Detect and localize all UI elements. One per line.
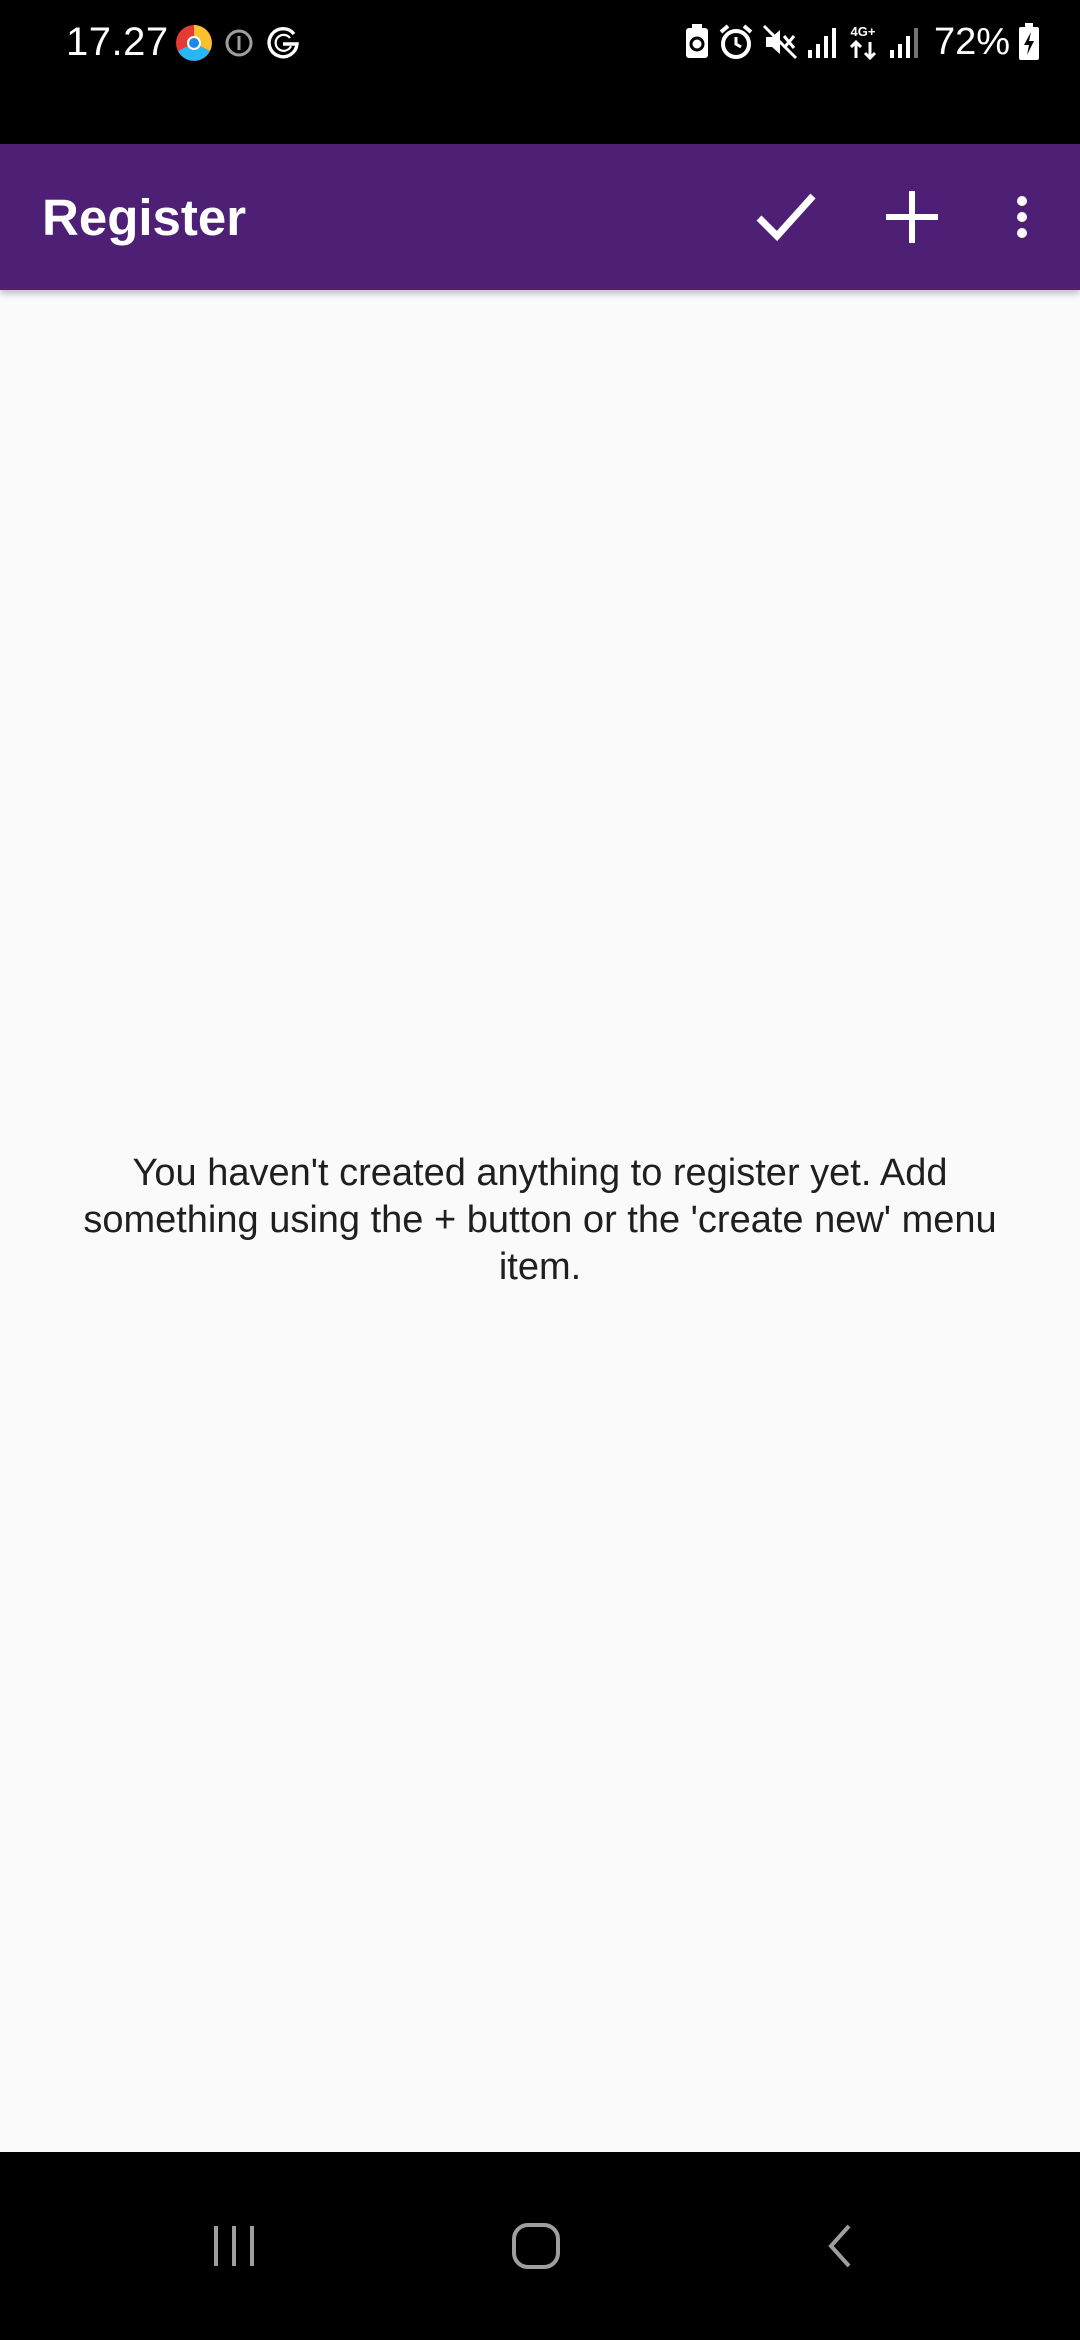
alarm-icon xyxy=(718,24,754,60)
info-circle-icon xyxy=(224,28,254,58)
empty-state-message: You haven't created anything to register… xyxy=(83,1152,997,1288)
navigation-bar xyxy=(0,2152,1080,2340)
more-options-button[interactable] xyxy=(972,167,1072,267)
battery-percent: 72% xyxy=(933,21,1010,63)
status-left-icons xyxy=(174,20,302,66)
app-bar: Register xyxy=(0,144,1080,290)
signal-icon xyxy=(888,24,920,60)
status-right-icons: 4G+ 72% xyxy=(684,18,1040,66)
more-vert-icon xyxy=(1014,195,1030,239)
back-icon xyxy=(823,2222,857,2270)
home-icon xyxy=(511,2222,561,2270)
home-button[interactable] xyxy=(466,2196,606,2296)
battery-saver-icon xyxy=(684,24,710,60)
status-bar: 17.27 4G+ 72% xyxy=(0,0,1080,144)
content-area: You haven't created anything to register… xyxy=(0,290,1080,2152)
back-button[interactable] xyxy=(770,2196,910,2296)
app-title: Register xyxy=(42,189,247,246)
mute-icon xyxy=(762,24,798,60)
svg-text:4G+: 4G+ xyxy=(850,24,875,39)
screen: 17.27 4G+ 72% Register You haven't creat… xyxy=(0,0,1080,2340)
chrome-like-app-icon xyxy=(174,23,214,63)
recents-button[interactable] xyxy=(164,2196,304,2296)
battery-icon xyxy=(1018,23,1040,61)
signal-icon xyxy=(806,24,838,60)
4g-icon: 4G+ xyxy=(846,22,880,62)
add-icon xyxy=(884,189,940,245)
recents-icon xyxy=(211,2224,257,2268)
status-time: 17.27 xyxy=(66,20,169,64)
check-button[interactable] xyxy=(736,167,836,267)
check-icon xyxy=(753,184,819,250)
g-logo-icon xyxy=(264,24,302,62)
add-button[interactable] xyxy=(862,167,962,267)
